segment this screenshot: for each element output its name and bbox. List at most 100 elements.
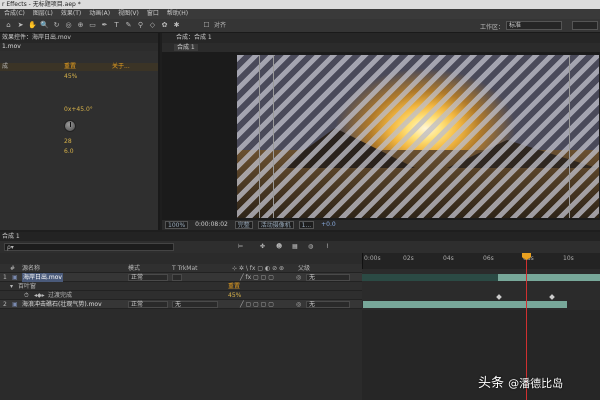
comp-flowchart-icon[interactable]: ✤	[260, 243, 265, 250]
guide-line[interactable]	[273, 55, 274, 218]
direction-dial-knob[interactable]	[64, 120, 76, 132]
pickwhip-icon[interactable]: ◎	[296, 273, 301, 282]
hand-tool-icon[interactable]: ✋	[28, 21, 37, 30]
timecode-display[interactable]: 0:00:08:02	[193, 221, 230, 229]
puppet-tool-icon[interactable]: ✱	[172, 21, 181, 30]
window-title: r Effects - 无标题项目.aep *	[0, 0, 600, 9]
zoom-tool-icon[interactable]: 🔍	[40, 21, 49, 30]
header-parent[interactable]: 父级	[298, 264, 310, 273]
draft-3d-icon[interactable]: ⊨	[238, 243, 243, 250]
pan-behind-tool-icon[interactable]: ⊕	[76, 21, 85, 30]
twirl-down-icon[interactable]: ▾	[10, 282, 13, 291]
pickwhip-icon[interactable]: ◎	[296, 300, 301, 309]
help-search-input[interactable]	[572, 21, 598, 30]
layer-number: 1	[3, 274, 7, 281]
snap-label: 对齐	[214, 22, 227, 29]
width-value[interactable]: 28	[64, 138, 72, 146]
camera-tool-icon[interactable]: ◎	[64, 21, 73, 30]
layer-parent-select[interactable]: 无	[306, 274, 350, 281]
timeline-search-input[interactable]: ρ▾	[4, 243, 174, 251]
property-row[interactable]: ⏱ ◂◆▸ 过渡完成 45%	[0, 291, 362, 300]
feather-row: 6.0	[0, 148, 158, 156]
keyframe[interactable]	[496, 294, 502, 300]
composition-viewer[interactable]	[237, 55, 599, 218]
rotate-tool-icon[interactable]: ↻	[52, 21, 61, 30]
brush-tool-icon[interactable]: ✎	[124, 21, 133, 30]
effect-row[interactable]: 成 重置 关于...	[0, 63, 158, 71]
composition-tab[interactable]: 合成：合成 1	[162, 33, 600, 43]
motion-blur-icon[interactable]: ◍	[308, 243, 313, 250]
graph-editor-icon[interactable]: ⌇	[326, 243, 329, 250]
effect-about-link[interactable]: 关于...	[112, 63, 130, 71]
direction-value[interactable]: 0x+45.0°	[64, 106, 93, 114]
menu-layer[interactable]: 图层(L)	[29, 9, 57, 19]
time-ruler[interactable]: 0:00s 02s 04s 06s 08s 10s	[362, 253, 600, 269]
header-trkmat[interactable]: T TrkMat	[172, 264, 198, 273]
views-select[interactable]: 1...	[298, 220, 315, 229]
transition-completion-value[interactable]: 45%	[64, 73, 77, 81]
pen-tool-icon[interactable]: ✒	[100, 21, 109, 30]
shy-layers-icon[interactable]: ☻	[276, 243, 282, 250]
menu-animation[interactable]: 动画(A)	[85, 9, 114, 19]
guide-line[interactable]	[259, 55, 260, 218]
composition-subtab-bar: 合成 1	[162, 43, 600, 52]
eraser-tool-icon[interactable]: ◇	[148, 21, 157, 30]
property-value[interactable]: 45%	[228, 291, 241, 300]
layer-trkmat-select[interactable]	[172, 274, 182, 281]
shape-tool-icon[interactable]: ▭	[88, 21, 97, 30]
layer-name[interactable]: 海岸日出.mov	[22, 273, 63, 282]
composition-subtab[interactable]: 合成 1	[174, 44, 198, 51]
ruler-tick: 0:00s	[364, 255, 381, 262]
roto-brush-tool-icon[interactable]: ✿	[160, 21, 169, 30]
effect-controls-tab[interactable]: 效果控件：海岸日出.mov	[0, 33, 158, 43]
frame-blending-icon[interactable]: ▦	[292, 243, 298, 250]
selection-tool-icon[interactable]: ➤	[16, 21, 25, 30]
effect-reset-link[interactable]: 重置	[228, 282, 240, 291]
switches-icons[interactable]: ╱ fx ▢ ▢ ▢	[240, 273, 274, 282]
layer-mode-select[interactable]: 正常	[128, 301, 168, 308]
footage-icon: ▣	[12, 274, 18, 281]
effect-reset-link[interactable]: 重置	[64, 63, 76, 71]
clone-stamp-tool-icon[interactable]: ⚲	[136, 21, 145, 30]
layer-duration-bar[interactable]	[498, 274, 600, 281]
layer-mode-select[interactable]: 正常	[128, 274, 168, 281]
home-icon[interactable]: ⌂	[4, 21, 13, 30]
menu-composition[interactable]: 合成(C)	[0, 9, 29, 19]
layer-parent-select[interactable]: 无	[306, 301, 350, 308]
effect-group-row[interactable]: ▾ 百叶窗 重置	[0, 282, 362, 291]
switches-icons[interactable]: ╱ ▢ ▢ ▢ ▢	[240, 300, 274, 309]
effect-controls-layer-name: 1.mov	[0, 43, 158, 51]
zoom-select[interactable]: 100%	[165, 220, 189, 229]
effect-name[interactable]: 百叶窗	[18, 282, 36, 291]
layer-row[interactable]: 1 ▣ 海岸日出.mov 正常 ╱ fx ▢ ▢ ▢ ◎ 无	[0, 273, 362, 282]
stopwatch-icon[interactable]: ⏱	[24, 291, 29, 300]
layer-name[interactable]: 海浪冲击礁石(壮观气势).mov	[22, 300, 102, 309]
layer-duration-bar[interactable]	[363, 301, 567, 308]
resolution-select[interactable]: 完整	[234, 220, 253, 229]
camera-select[interactable]: 活动摄像机	[257, 220, 294, 229]
keyframe[interactable]	[549, 294, 555, 300]
timeline-tab[interactable]: 合成 1	[0, 232, 600, 241]
guide-line[interactable]	[569, 55, 570, 218]
layer-header-row: # 源名称 模式 T TrkMat ⊹ ✲ \ fx ▢ ◐ ⊘ ⊛ 父级	[0, 264, 362, 273]
ruler-tick: 02s	[403, 255, 414, 262]
menu-window[interactable]: 窗口	[143, 9, 163, 19]
header-source-name[interactable]: 源名称	[22, 264, 40, 273]
layer-row[interactable]: 2 ▣ 海浪冲击礁石(壮观气势).mov 正常 无 ╱ ▢ ▢ ▢ ▢ ◎ 无	[0, 300, 362, 309]
menu-help[interactable]: 帮助(H)	[163, 9, 192, 19]
feather-value[interactable]: 6.0	[64, 148, 74, 156]
snap-checkbox-icon[interactable]: ☐	[202, 21, 211, 30]
header-mode[interactable]: 模式	[128, 264, 140, 273]
transition-completion-row: 45%	[0, 73, 158, 81]
property-nav-icon[interactable]: ◂◆▸	[34, 291, 45, 300]
property-name: 过渡完成	[48, 292, 73, 299]
menu-effect[interactable]: 效果(T)	[57, 9, 85, 19]
menu-bar: 合成(C) 图层(L) 效果(T) 动画(A) 视图(V) 窗口 帮助(H)	[0, 9, 600, 19]
footage-icon: ▣	[12, 301, 18, 308]
layer-trkmat-select[interactable]: 无	[172, 301, 218, 308]
workspace-label: 工作区：	[480, 24, 505, 31]
workspace-select[interactable]: 标准	[506, 21, 562, 30]
menu-view[interactable]: 视图(V)	[114, 9, 143, 19]
type-tool-icon[interactable]: T	[112, 21, 121, 30]
exposure-value[interactable]: +0.0	[319, 221, 338, 229]
